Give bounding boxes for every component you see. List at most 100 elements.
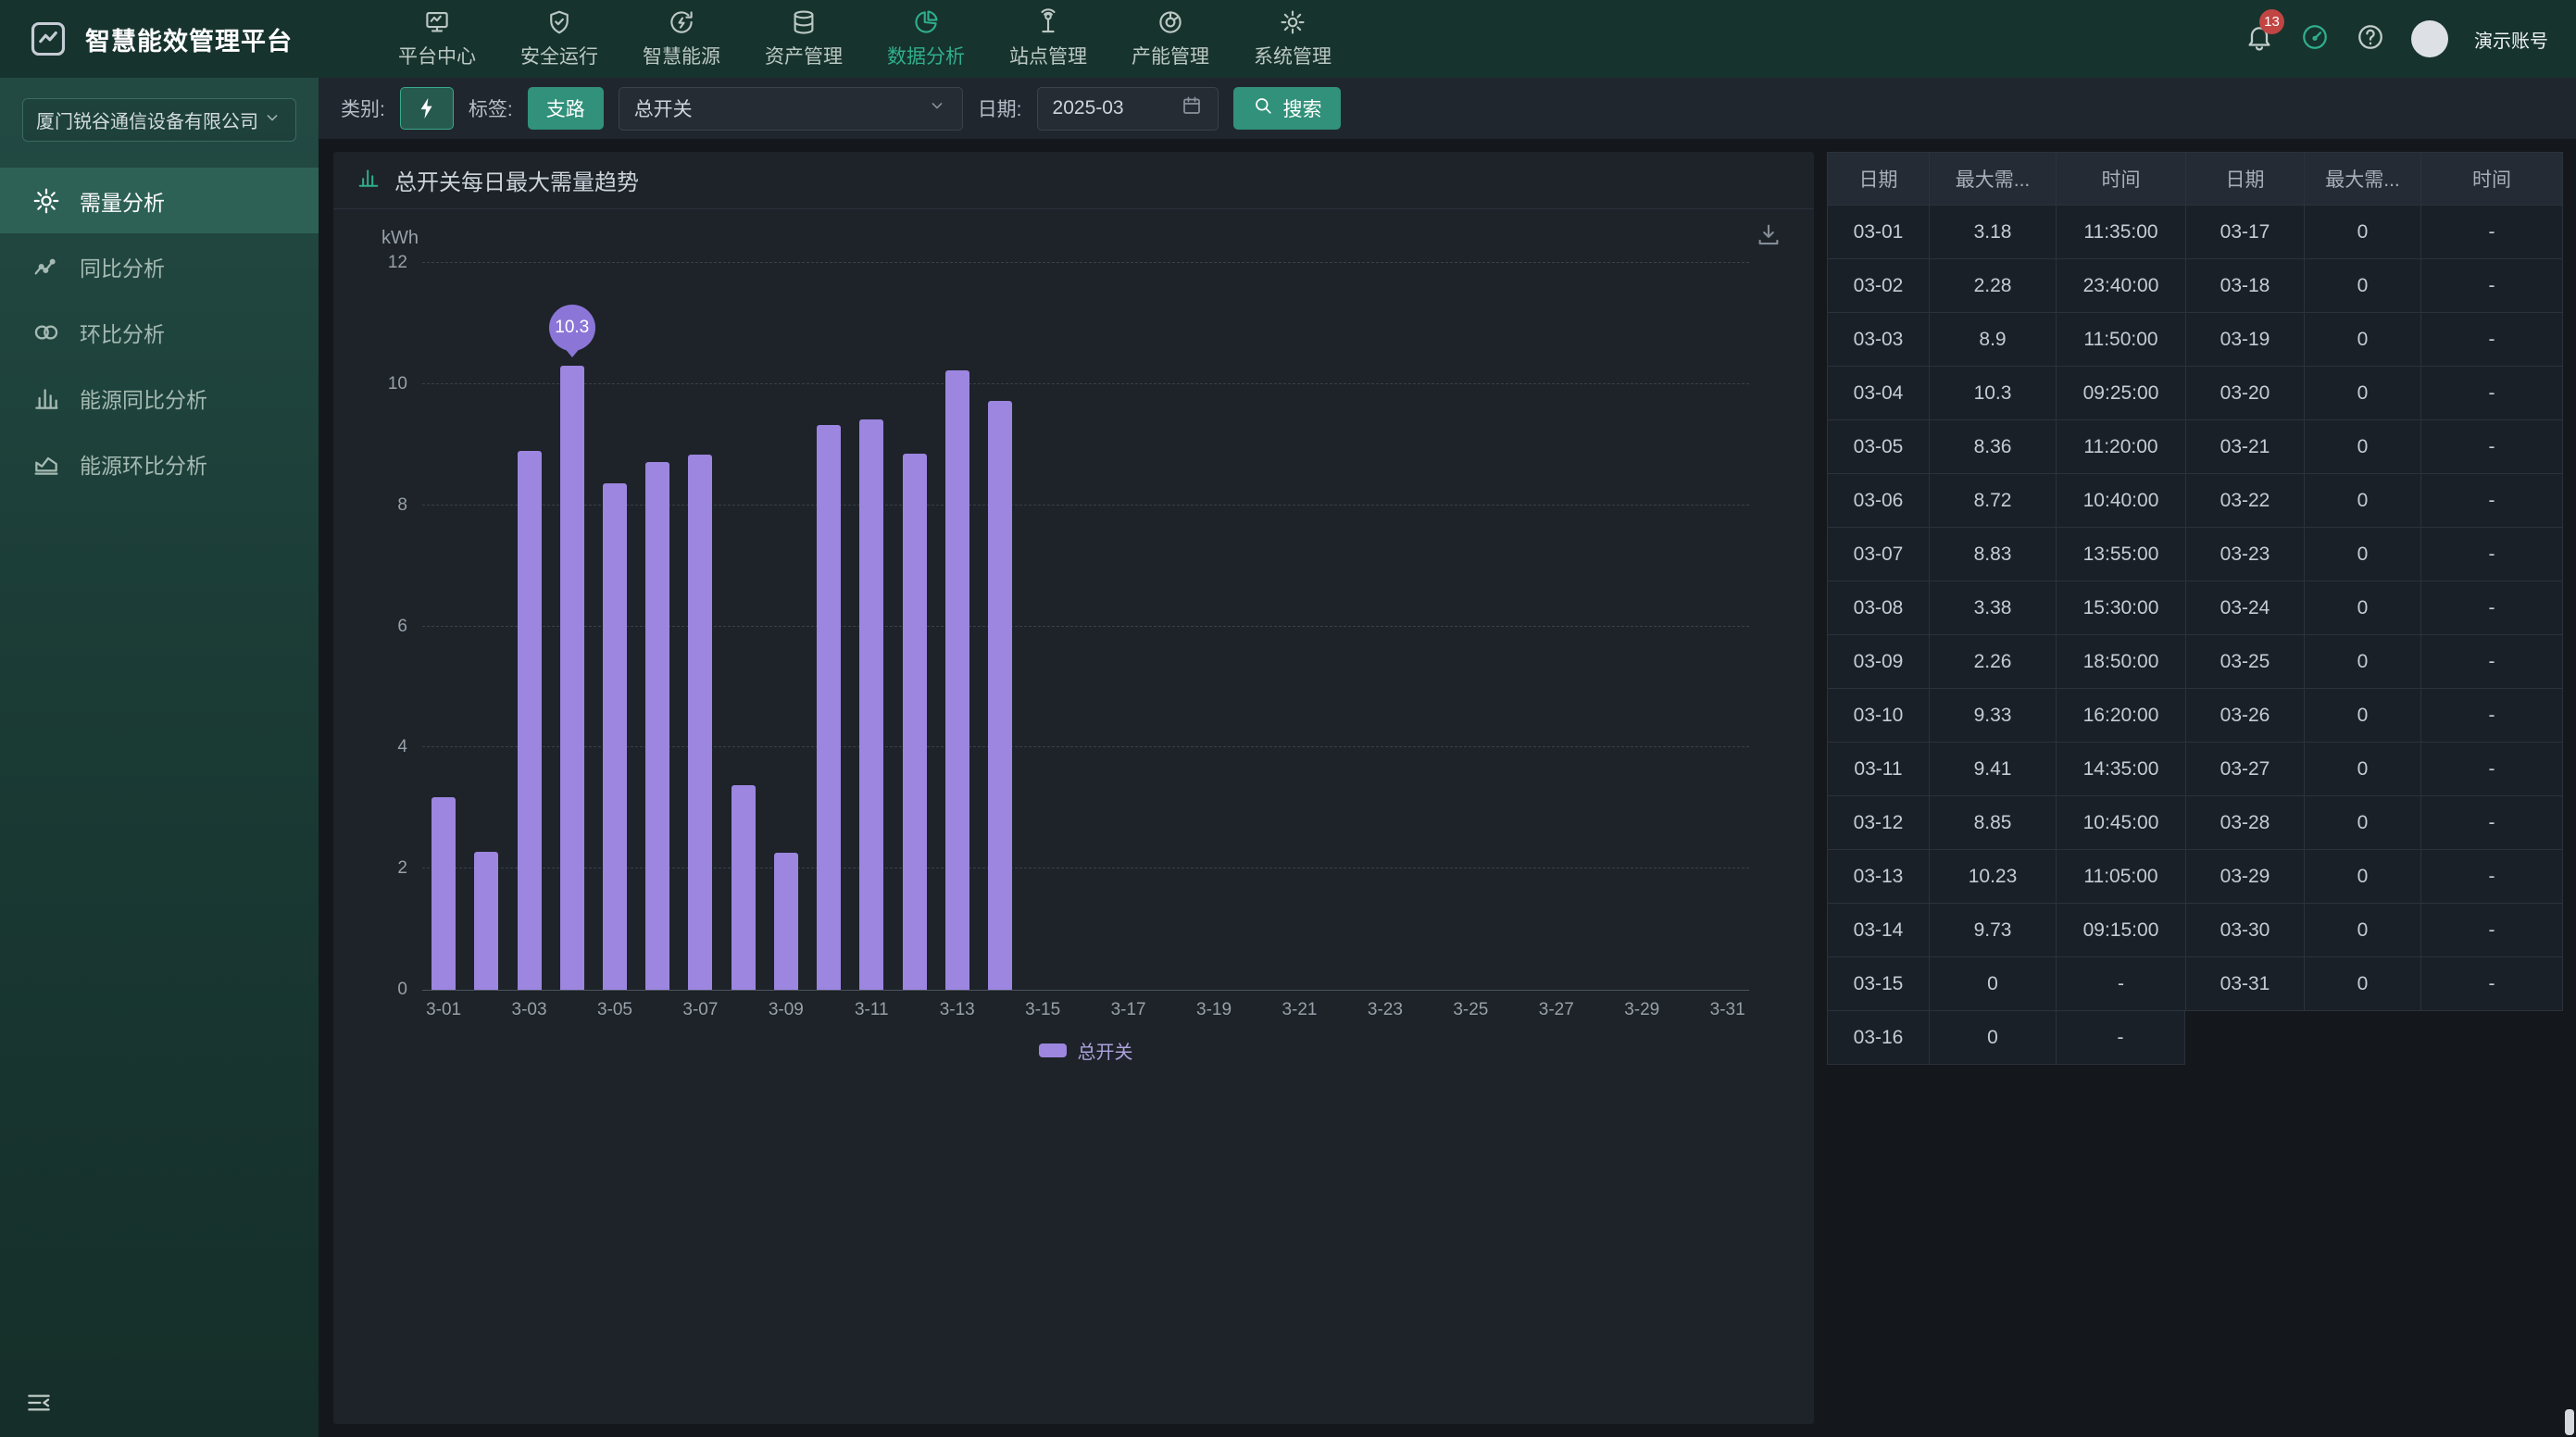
bar-3-10[interactable] — [807, 263, 850, 990]
account-name[interactable]: 演示账号 — [2474, 26, 2548, 53]
table-cell: 0 — [2304, 904, 2420, 957]
table-cell: 03-25 — [2185, 635, 2304, 689]
table-cell: 03-07 — [1827, 528, 1929, 581]
nav-item-smart-energy[interactable]: 智慧能源 — [639, 8, 724, 69]
bar-3-12[interactable] — [893, 263, 935, 990]
bar-3-17[interactable] — [1107, 263, 1150, 990]
bar-3-11[interactable] — [850, 263, 893, 990]
table-cell: 0 — [1929, 1011, 2056, 1065]
table-cell: 10.23 — [1929, 850, 2056, 904]
sidebar-item-energy-yoy-analysis[interactable]: 能源同比分析 — [0, 365, 319, 431]
nav-item-safe-operation[interactable]: 安全运行 — [517, 8, 602, 69]
bar-3-13[interactable] — [936, 263, 979, 990]
search-icon — [1252, 94, 1274, 122]
filter-bar: 类别: 标签: 支路 总开关 日期: 2025-03 搜索 — [319, 78, 2576, 139]
legend-label: 总开关 — [1078, 1037, 1133, 1064]
bar-3-06[interactable] — [636, 263, 679, 990]
bar-3-18[interactable] — [1150, 263, 1193, 990]
calendar-icon — [1181, 94, 1203, 122]
bar-3-25[interactable] — [1449, 263, 1492, 990]
help-button[interactable] — [2356, 22, 2385, 56]
bar-3-08[interactable] — [722, 263, 765, 990]
x-tick-label — [1064, 1000, 1107, 1020]
bar-3-09[interactable] — [765, 263, 807, 990]
avatar[interactable] — [2411, 20, 2448, 57]
nav-item-asset-management[interactable]: 资产管理 — [761, 8, 846, 69]
x-tick-label: 3-09 — [765, 1000, 807, 1020]
chart-panel: 总开关每日最大需量趋势 kWh 02468101210.3 3-013-033-… — [333, 152, 1814, 1424]
x-tick-label: 3-07 — [679, 1000, 721, 1020]
table-cell: 09:15:00 — [2056, 904, 2185, 957]
bar-3-16[interactable] — [1064, 263, 1107, 990]
bar-3-23[interactable] — [1364, 263, 1407, 990]
table-cell: 03-20 — [2185, 367, 2304, 420]
bar-3-30[interactable] — [1663, 263, 1706, 990]
bar-3-14[interactable] — [979, 263, 1021, 990]
bar-3-19[interactable] — [1193, 263, 1235, 990]
nav-item-label: 产能管理 — [1132, 42, 1209, 69]
sidebar-item-mom-analysis[interactable]: 环比分析 — [0, 299, 319, 365]
nav-item-label: 平台中心 — [398, 42, 476, 69]
table-cell: 23:40:00 — [2056, 259, 2185, 313]
breaker-select[interactable]: 总开关 — [619, 87, 963, 131]
capacity-icon — [1157, 8, 1184, 36]
bar-chart-icon — [356, 165, 381, 195]
bar-3-21[interactable] — [1278, 263, 1320, 990]
bar-3-24[interactable] — [1407, 263, 1449, 990]
sidebar-item-energy-mom-analysis[interactable]: 能源环比分析 — [0, 431, 319, 496]
bar-3-03[interactable] — [507, 263, 550, 990]
category-electric-button[interactable] — [400, 87, 454, 130]
y-tick-label: 0 — [397, 980, 407, 1000]
x-tick-label: 3-27 — [1535, 1000, 1578, 1020]
bar-3-07[interactable] — [679, 263, 721, 990]
nav-item-system-management[interactable]: 系统管理 — [1250, 8, 1335, 69]
search-button-label: 搜索 — [1283, 94, 1322, 122]
chart-title: 总开关每日最大需量趋势 — [394, 164, 639, 196]
bar-3-05[interactable] — [594, 263, 636, 990]
bar-3-26[interactable] — [1492, 263, 1534, 990]
company-select[interactable]: 厦门锐谷通信设备有限公司 — [22, 98, 296, 142]
table-cell: 11:20:00 — [2056, 420, 2185, 474]
date-picker[interactable]: 2025-03 — [1037, 87, 1219, 131]
nav-item-label: 系统管理 — [1254, 42, 1332, 69]
notifications-button[interactable]: 13 — [2245, 22, 2274, 56]
sidebar-item-label: 能源同比分析 — [80, 382, 207, 414]
table-cell: - — [2420, 367, 2563, 420]
chart-area: kWh 02468101210.3 3-013-033-053-073-093-… — [333, 209, 1814, 1064]
bar-3-15[interactable] — [1021, 263, 1064, 990]
table-cell: 03-13 — [1827, 850, 1929, 904]
table-cell: - — [2420, 850, 2563, 904]
table-cell: 3.38 — [1929, 581, 2056, 635]
table-cell: 03-06 — [1827, 474, 1929, 528]
bar-3-02[interactable] — [465, 263, 507, 990]
table-cell: 0 — [1929, 957, 2056, 1011]
chart-legend[interactable]: 总开关 — [422, 1037, 1749, 1064]
bar-3-27[interactable] — [1535, 263, 1578, 990]
sidebar-collapse-button[interactable] — [24, 1388, 54, 1422]
nav-item-platform-center[interactable]: 平台中心 — [394, 8, 480, 69]
search-button[interactable]: 搜索 — [1233, 87, 1341, 130]
x-tick-label: 3-11 — [850, 1000, 893, 1020]
bar-3-20[interactable] — [1235, 263, 1278, 990]
download-icon-button[interactable] — [1755, 220, 1782, 253]
nav-item-data-analysis[interactable]: 数据分析 — [883, 8, 969, 69]
sidebar-item-yoy-analysis[interactable]: 同比分析 — [0, 233, 319, 299]
sidebar-item-demand-analysis[interactable]: 需量分析 — [0, 168, 319, 233]
bar-3-29[interactable] — [1620, 263, 1663, 990]
nav-item-site-management[interactable]: 站点管理 — [1006, 8, 1091, 69]
scrollbar-thumb[interactable] — [2565, 1409, 2574, 1435]
bar-3-01[interactable] — [422, 263, 465, 990]
bar-3-04[interactable]: 10.3 — [551, 263, 594, 990]
bar-3-31[interactable] — [1707, 263, 1749, 990]
nav-item-capacity-management[interactable]: 产能管理 — [1128, 8, 1213, 69]
company-select-value: 厦门锐谷通信设备有限公司 — [36, 106, 258, 133]
mom-icon — [31, 318, 61, 347]
table-cell: 09:25:00 — [2056, 367, 2185, 420]
y-tick-label: 2 — [397, 858, 407, 879]
monitor-gauge-button[interactable] — [2300, 22, 2330, 56]
table-cell: 03-14 — [1827, 904, 1929, 957]
table-cell: 03-30 — [2185, 904, 2304, 957]
tag-branch-button[interactable]: 支路 — [528, 87, 604, 130]
bar-3-22[interactable] — [1321, 263, 1364, 990]
bar-3-28[interactable] — [1578, 263, 1620, 990]
